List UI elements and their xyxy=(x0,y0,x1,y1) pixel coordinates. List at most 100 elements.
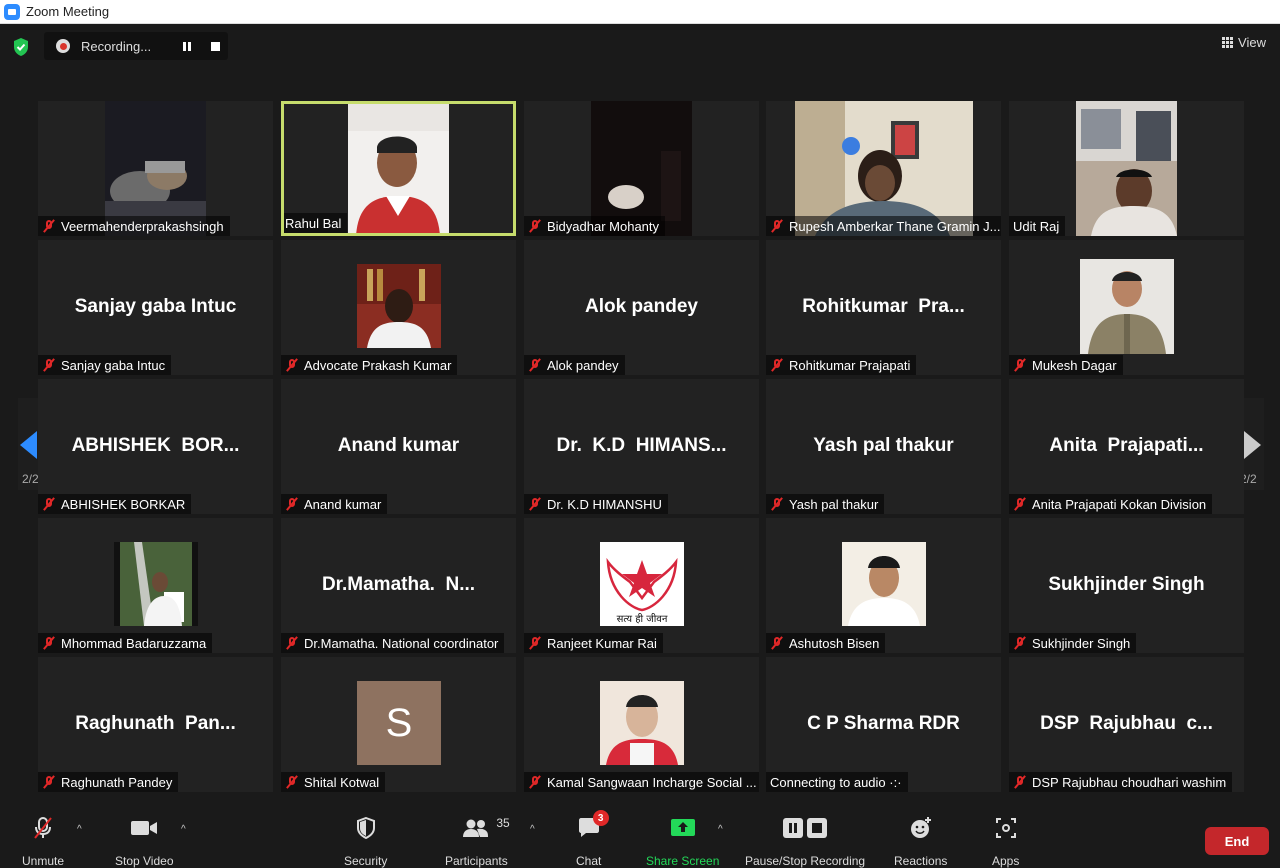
participant-name: Sanjay gaba Intuc xyxy=(61,357,166,373)
participant-tile[interactable]: C P Sharma RDR Connecting to audio ·:· xyxy=(766,657,1001,792)
mic-muted-icon xyxy=(1013,775,1027,789)
participant-tile[interactable]: Veermahenderprakashsingh xyxy=(38,101,273,236)
participant-tile[interactable]: Rupesh Amberkar Thane Gramin J... xyxy=(766,101,1001,236)
participant-name: Mhommad Badaruzzama xyxy=(61,635,207,651)
security-label: Security xyxy=(344,854,388,868)
participant-name: Alok pandey xyxy=(547,357,619,373)
participant-tile[interactable]: Anita Prajapati... Anita Prajapati Kokan … xyxy=(1009,379,1244,514)
meeting-toolbar: Unmute ^ Stop Video ^ Security 35 Partic… xyxy=(0,804,1280,868)
stop-video-label: Stop Video xyxy=(115,854,174,868)
participant-tile[interactable]: Alok pandey Alok pandey xyxy=(524,240,759,375)
participants-button[interactable]: 35 Participants xyxy=(445,816,510,868)
participant-name: Dr. K.D HIMANSHU xyxy=(547,496,662,512)
avatar: S xyxy=(357,681,441,765)
participant-name-label: Udit Raj xyxy=(1009,216,1066,236)
participant-tile[interactable]: Dr. K.D HIMANS... Dr. K.D HIMANSHU xyxy=(524,379,759,514)
participant-video xyxy=(348,104,449,233)
participant-name: Shital Kotwal xyxy=(304,774,380,790)
participant-tile[interactable]: Sukhjinder Singh Sukhjinder Singh xyxy=(1009,518,1244,653)
unmute-button[interactable]: Unmute xyxy=(22,816,64,868)
security-shield-icon xyxy=(356,816,376,840)
participant-tile[interactable]: Bidyadhar Mohanty xyxy=(524,101,759,236)
participant-tile[interactable]: ABHISHEK BOR... ABHISHEK BORKAR xyxy=(38,379,273,514)
participant-name-label: Rupesh Amberkar Thane Gramin J... xyxy=(766,216,1001,236)
mic-muted-icon xyxy=(770,358,784,372)
unmute-label: Unmute xyxy=(22,854,65,868)
pause-recording-button[interactable] xyxy=(175,34,199,58)
participant-name-label: Advocate Prakash Kumar xyxy=(281,355,458,375)
arrow-left-icon xyxy=(20,431,37,459)
mic-muted-icon xyxy=(528,219,542,233)
view-button[interactable]: View xyxy=(1222,35,1266,50)
participant-display-name: Anand kumar xyxy=(337,435,460,456)
participant-tile[interactable]: DSP Rajubhau c... DSP Rajubhau choudhari … xyxy=(1009,657,1244,792)
mic-muted-icon xyxy=(285,358,299,372)
pause-stop-recording-button[interactable]: Pause/Stop Recording xyxy=(745,816,865,868)
participant-name: Connecting to audio ·:· xyxy=(770,774,902,790)
recording-indicator: Recording... xyxy=(44,32,228,60)
apps-label: Apps xyxy=(992,854,1020,868)
participant-tile[interactable]: Rahul Bal xyxy=(281,101,516,236)
participant-video xyxy=(842,542,926,626)
participant-name-label: ABHISHEK BORKAR xyxy=(38,494,192,514)
participant-name-label: Alok pandey xyxy=(524,355,625,375)
participant-tile[interactable]: Ashutosh Bisen xyxy=(766,518,1001,653)
participant-name-label: Dr. K.D HIMANSHU xyxy=(524,494,668,514)
participant-tile[interactable]: Sanjay gaba Intuc Sanjay gaba Intuc xyxy=(38,240,273,375)
mic-muted-icon xyxy=(528,358,542,372)
participant-tile[interactable]: Udit Raj xyxy=(1009,101,1244,236)
participant-name: Rohitkumar Prajapati xyxy=(789,357,911,373)
participant-tile[interactable]: Rohitkumar Pra... Rohitkumar Prajapati xyxy=(766,240,1001,375)
participants-options-caret[interactable]: ^ xyxy=(530,824,535,835)
participant-tile[interactable]: Raghunath Pan... Raghunath Pandey xyxy=(38,657,273,792)
participant-tile[interactable]: S Shital Kotwal xyxy=(281,657,516,792)
participant-tile[interactable]: Anand kumar Anand kumar xyxy=(281,379,516,514)
mic-muted-icon xyxy=(770,219,784,233)
pause-stop-recording-icon xyxy=(779,816,831,840)
participant-tile[interactable]: Dr.Mamatha. N... Dr.Mamatha. National coo… xyxy=(281,518,516,653)
participant-name-label: Sanjay gaba Intuc xyxy=(38,355,172,375)
participant-tile[interactable]: Mukesh Dagar xyxy=(1009,240,1244,375)
participant-display-name: Dr. K.D HIMANS... xyxy=(556,435,727,456)
end-meeting-button[interactable]: End xyxy=(1205,827,1269,855)
participant-tile[interactable]: Kamal Sangwaan Incharge Social ... xyxy=(524,657,759,792)
participant-name: DSP Rajubhau choudhari washim xyxy=(1032,774,1227,790)
mic-muted-icon xyxy=(1013,497,1027,511)
participant-video xyxy=(1076,101,1177,236)
stop-icon xyxy=(210,41,220,51)
participant-tile[interactable]: सत्य ही जीवन Ranjeet Kumar Rai xyxy=(524,518,759,653)
chat-unread-badge: 3 xyxy=(592,810,609,826)
apps-icon xyxy=(995,816,1017,840)
video-options-caret[interactable]: ^ xyxy=(181,824,186,835)
share-options-caret[interactable]: ^ xyxy=(718,824,723,835)
participant-tile[interactable]: Mhommad Badaruzzama xyxy=(38,518,273,653)
reactions-button[interactable]: Reactions xyxy=(894,816,947,868)
participant-name: Rupesh Amberkar Thane Gramin J... xyxy=(789,218,1001,234)
stop-video-button[interactable]: Stop Video xyxy=(115,816,174,868)
encryption-shield-icon[interactable] xyxy=(12,37,30,57)
security-button[interactable]: Security xyxy=(344,816,387,868)
audio-options-caret[interactable]: ^ xyxy=(77,824,82,835)
participant-name-label: Ashutosh Bisen xyxy=(766,633,886,653)
participant-video: सत्य ही जीवन xyxy=(600,542,684,626)
meeting-topbar: Recording... View xyxy=(0,24,1280,72)
view-label: View xyxy=(1238,35,1266,50)
microphone-muted-icon xyxy=(31,816,55,840)
mic-muted-icon xyxy=(770,497,784,511)
apps-button[interactable]: Apps xyxy=(992,816,1019,868)
participant-name: Anita Prajapati Kokan Division xyxy=(1032,496,1207,512)
participant-name-label: Sukhjinder Singh xyxy=(1009,633,1137,653)
participant-display-name: Alok pandey xyxy=(585,296,698,317)
participant-tile[interactable]: Advocate Prakash Kumar xyxy=(281,240,516,375)
participant-name: Yash pal thakur xyxy=(789,496,879,512)
participants-icon: 35 xyxy=(462,816,510,840)
participant-name: Kamal Sangwaan Incharge Social ... xyxy=(547,774,757,790)
mic-muted-icon xyxy=(1013,358,1027,372)
mic-muted-icon xyxy=(285,775,299,789)
participant-tile[interactable]: Yash pal thakur Yash pal thakur xyxy=(766,379,1001,514)
stop-recording-button[interactable] xyxy=(203,34,227,58)
chat-button[interactable]: 3 Chat xyxy=(576,810,609,868)
share-screen-button[interactable]: Share Screen xyxy=(646,816,719,868)
mic-muted-icon xyxy=(770,636,784,650)
participant-name: Sukhjinder Singh xyxy=(1032,635,1131,651)
